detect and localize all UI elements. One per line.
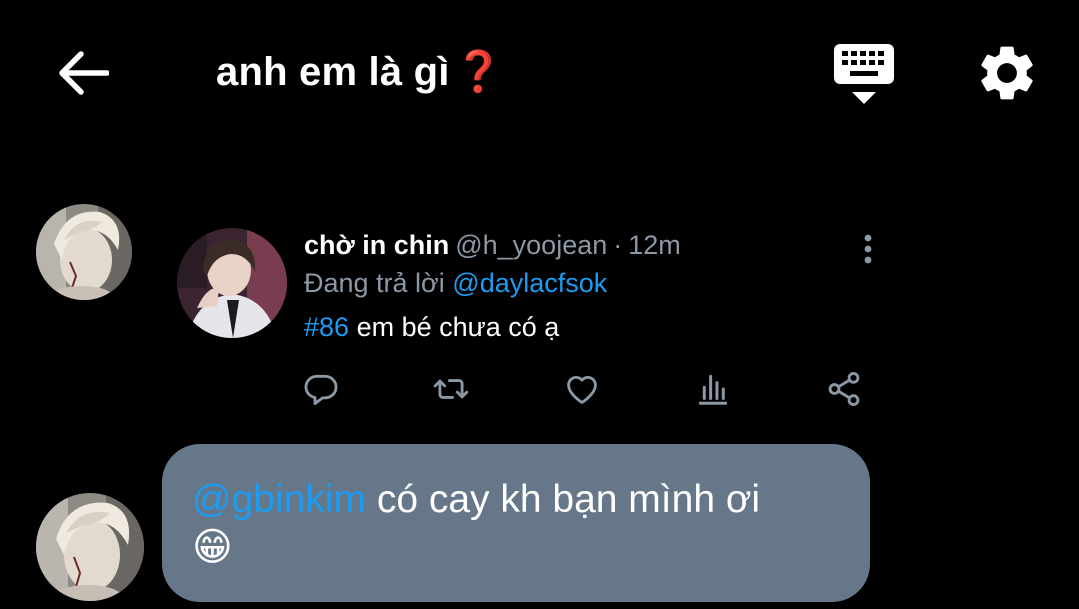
page-title: anh em là gì ❓ (216, 48, 504, 95)
tweet-body-text: em bé chưa có ạ (349, 312, 560, 342)
share-icon (828, 372, 860, 406)
grinning-emoji-icon: 😁 (192, 526, 233, 569)
tweet-header: chờ in chin @h_yoojean · 12m (304, 230, 681, 261)
retweet-button[interactable] (432, 370, 470, 408)
tweet-timestamp: 12m (628, 230, 681, 260)
avatar[interactable] (36, 204, 132, 300)
retweet-icon (433, 379, 469, 399)
avatar[interactable] (36, 493, 144, 601)
top-bar: anh em là gì ❓ (0, 0, 1079, 150)
more-vertical-icon (864, 234, 872, 264)
arrow-left-icon (59, 51, 109, 95)
tweet-author-name[interactable]: chờ in chin (304, 230, 449, 260)
tweet-avatar-image (177, 228, 287, 338)
title-text: anh em là gì (216, 50, 450, 94)
tweet-text: #86 em bé chưa có ạ (304, 312, 559, 343)
bubble-text: có cay kh bạn mình ơi (365, 478, 761, 521)
tweet-actions (0, 370, 1079, 410)
gear-icon (981, 46, 1033, 100)
avatar-image (36, 493, 144, 601)
replying-to-mention[interactable]: @daylacfsok (452, 268, 607, 298)
avatar-image (36, 204, 132, 300)
reply-button[interactable] (302, 370, 340, 408)
tweet-author-handle[interactable]: @h_yoojean (455, 230, 607, 260)
message-bubble[interactable]: @gbinkim có cay kh bạn mình ơi 😁 (162, 444, 870, 602)
replying-prefix: Đang trả lời (304, 268, 445, 298)
more-options-button[interactable] (856, 232, 880, 266)
tweet-separator: · (613, 230, 623, 260)
heart-icon (567, 375, 597, 404)
keyboard-button[interactable] (830, 40, 900, 108)
share-button[interactable] (825, 370, 863, 408)
replying-to-line: Đang trả lời @daylacfsok (304, 268, 607, 299)
back-button[interactable] (52, 44, 114, 102)
settings-button[interactable] (974, 40, 1042, 106)
analytics-icon (698, 374, 728, 405)
reply-icon (304, 374, 338, 405)
tweet-hashtag[interactable]: #86 (304, 312, 349, 342)
like-button[interactable] (563, 370, 601, 408)
bubble-mention[interactable]: @gbinkim (192, 478, 366, 521)
analytics-button[interactable] (694, 370, 732, 408)
keyboard-icon (834, 44, 894, 104)
question-mark-icon: ❓ (453, 50, 504, 94)
tweet-avatar[interactable] (177, 228, 287, 338)
